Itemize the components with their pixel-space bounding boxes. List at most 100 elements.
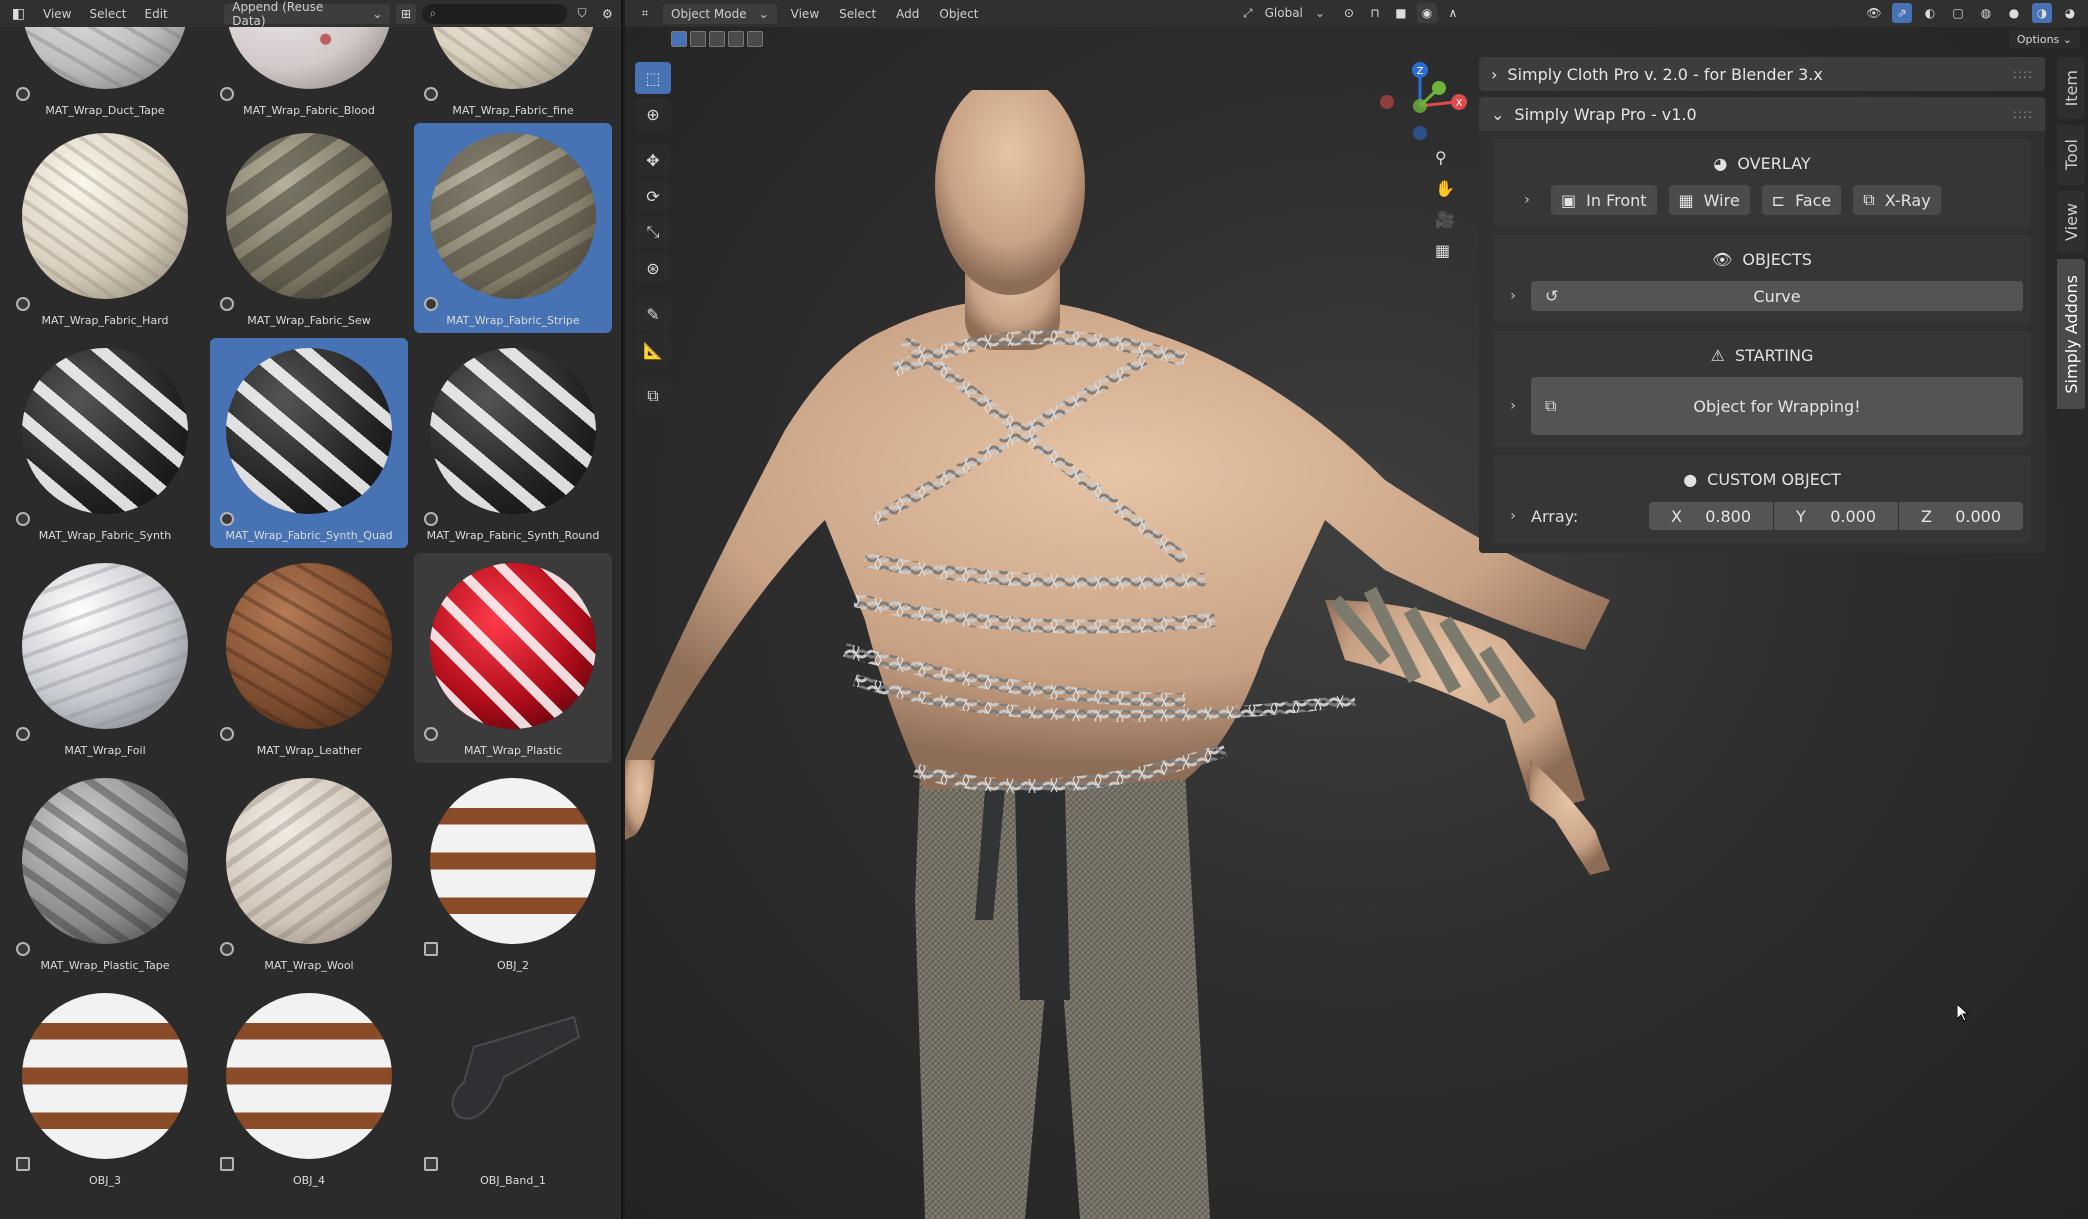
face-button[interactable]: ⊏ Face xyxy=(1761,185,1842,215)
rotate-icon[interactable]: ⟳ xyxy=(635,180,671,212)
menu-add[interactable]: Add xyxy=(890,7,925,21)
measure-icon[interactable]: 📐 xyxy=(635,334,671,366)
menu-edit[interactable]: Edit xyxy=(139,7,174,21)
move-icon[interactable]: ✥ xyxy=(635,144,671,176)
camera-icon[interactable]: 🎥 xyxy=(1435,210,1455,229)
simply-cloth-panel-header[interactable]: › Simply Cloth Pro v. 2.0 - for Blender … xyxy=(1479,57,2045,91)
orientation-dropdown[interactable]: ⤢ Global ⌄ xyxy=(1235,3,1333,23)
asset-preview xyxy=(430,778,596,944)
select-subtract-icon[interactable] xyxy=(709,31,725,47)
in-front-button[interactable]: ▣ In Front xyxy=(1551,185,1657,215)
filter-icon[interactable]: ⛉ xyxy=(573,4,592,24)
menu-view[interactable]: View xyxy=(785,7,825,21)
asset-tile[interactable]: MAT_Wrap_Plastic_Tape xyxy=(6,768,204,978)
transform-icon[interactable]: ⊛ xyxy=(635,252,671,284)
shading-material-icon[interactable]: ◑ xyxy=(2032,3,2052,23)
asset-tile[interactable]: OBJ_Band_1 xyxy=(414,983,612,1193)
overlay-toggle-icon[interactable]: ◐ xyxy=(1920,3,1940,23)
zoom-icon[interactable]: ⚲ xyxy=(1435,148,1455,167)
in-front-icon: ▣ xyxy=(1561,190,1577,210)
asset-tile[interactable]: MAT_Wrap_Wool xyxy=(210,768,408,978)
asset-tile[interactable]: MAT_Wrap_Fabric_Hard xyxy=(6,123,204,333)
wire-button[interactable]: ▦ Wire xyxy=(1668,185,1750,215)
material-type-icon xyxy=(220,942,234,956)
gizmo-neg-y-handle[interactable] xyxy=(1413,99,1427,113)
options-dropdown[interactable]: Options ⌄ xyxy=(2008,30,2080,48)
falloff-icon[interactable]: ∧ xyxy=(1443,3,1463,23)
display-mode-icon[interactable]: ⊞ xyxy=(396,3,416,24)
array-y-field[interactable]: Y 0.000 xyxy=(1774,502,1899,530)
simply-wrap-panel-header[interactable]: ⌄ Simply Wrap Pro - v1.0 :::: xyxy=(1479,97,2045,131)
select-invert-icon[interactable] xyxy=(728,31,744,47)
select-new-icon[interactable] xyxy=(671,31,687,47)
chevron-right-icon[interactable]: › xyxy=(1501,398,1525,414)
gizmo-neg-x-handle[interactable] xyxy=(1380,95,1394,109)
snap-target-icon[interactable]: ■ xyxy=(1391,3,1411,23)
shading-solid-icon[interactable]: ● xyxy=(2004,3,2024,23)
xray-toggle-icon[interactable]: ▢ xyxy=(1948,3,1968,23)
asset-tile[interactable]: MAT_Wrap_Fabric_Stripe xyxy=(414,123,612,333)
gizmo-y-handle[interactable] xyxy=(1432,81,1446,95)
tab-item[interactable]: Item xyxy=(2057,57,2085,119)
pivot-icon[interactable]: ⊙ xyxy=(1339,3,1359,23)
grid-perspective-icon[interactable]: ▦ xyxy=(1435,241,1455,260)
menu-object[interactable]: Object xyxy=(933,7,984,21)
gizmo-toggle-icon[interactable]: ⇗ xyxy=(1892,3,1912,23)
add-cube-icon[interactable]: ⧉ xyxy=(635,380,671,412)
menu-select[interactable]: Select xyxy=(83,7,132,21)
options-label: Options xyxy=(2016,32,2060,46)
asset-tile[interactable]: MAT_Wrap_Foil xyxy=(6,553,204,763)
object-for-wrapping-button[interactable]: ⧉ Object for Wrapping! xyxy=(1531,377,2023,435)
editor-type-icon[interactable]: ⌗ xyxy=(635,4,655,24)
material-type-icon xyxy=(424,727,438,741)
chevron-right-icon[interactable]: › xyxy=(1501,288,1525,304)
curve-label: Curve xyxy=(1753,286,1801,306)
tab-simply-addons[interactable]: Simply Addons xyxy=(2057,259,2085,409)
asset-tile[interactable]: MAT_Wrap_Plastic xyxy=(414,553,612,763)
snap-icon[interactable]: ⊓ xyxy=(1365,3,1385,23)
tab-tool[interactable]: Tool xyxy=(2057,125,2085,185)
select-intersect-icon[interactable] xyxy=(747,31,763,47)
array-y-label: Y xyxy=(1796,506,1806,526)
menu-select[interactable]: Select xyxy=(833,7,882,21)
asset-tile[interactable]: OBJ_4 xyxy=(210,983,408,1193)
navigation-gizmo[interactable]: Z X xyxy=(1375,60,1475,150)
search-input[interactable]: ⌕ xyxy=(421,3,567,24)
curve-button[interactable]: ↺ Curve xyxy=(1531,281,2023,311)
chevron-right-icon[interactable]: › xyxy=(1515,192,1539,208)
visibility-icon[interactable]: 👁 xyxy=(1864,3,1884,23)
chevron-down-icon: ⌄ xyxy=(2059,32,2072,46)
gear-icon[interactable]: ⚙ xyxy=(598,4,617,24)
asset-tile[interactable]: OBJ_3 xyxy=(6,983,204,1193)
xray-label: X-Ray xyxy=(1884,190,1931,210)
array-x-field[interactable]: X 0.800 xyxy=(1649,502,1774,530)
asset-tile[interactable]: MAT_Wrap_Fabric_Sew xyxy=(210,123,408,333)
overlay-icon: ◕ xyxy=(1713,153,1728,173)
array-z-field[interactable]: Z 0.000 xyxy=(1899,502,2023,530)
pan-hand-icon[interactable]: ✋ xyxy=(1435,179,1455,198)
chevron-right-icon[interactable]: › xyxy=(1501,508,1525,524)
drag-handle-icon[interactable]: :::: xyxy=(2013,67,2033,81)
import-method-dropdown[interactable]: Append (Reuse Data) ⌄ xyxy=(224,0,391,28)
menu-view[interactable]: View xyxy=(37,7,77,21)
editor-type-icon[interactable]: ◧ xyxy=(6,4,31,24)
asset-tile[interactable]: MAT_Wrap_Fabric_Synth_Quad xyxy=(210,338,408,548)
gizmo-neg-z-handle[interactable] xyxy=(1413,126,1427,140)
shading-wireframe-icon[interactable]: ◍ xyxy=(1976,3,1996,23)
select-box-icon[interactable]: ⬚ xyxy=(635,62,671,94)
asset-label: MAT_Wrap_Duct_Tape xyxy=(45,104,165,117)
xray-button[interactable]: ⧉ X-Ray xyxy=(1853,185,1941,215)
scale-icon[interactable]: ⤡ xyxy=(635,216,671,248)
asset-tile[interactable]: MAT_Wrap_Leather xyxy=(210,553,408,763)
asset-tile[interactable]: OBJ_2 xyxy=(414,768,612,978)
select-extend-icon[interactable] xyxy=(690,31,706,47)
asset-tile[interactable]: MAT_Wrap_Fabric_Synth xyxy=(6,338,204,548)
proportional-edit-icon[interactable]: ◉ xyxy=(1416,3,1437,23)
drag-handle-icon[interactable]: :::: xyxy=(2013,107,2033,121)
asset-tile[interactable]: MAT_Wrap_Fabric_Synth_Round xyxy=(414,338,612,548)
shading-rendered-icon[interactable]: ◕ xyxy=(2060,3,2080,23)
tab-view[interactable]: View xyxy=(2057,191,2085,253)
mode-dropdown[interactable]: Object Mode ⌄ xyxy=(663,3,777,24)
annotate-icon[interactable]: ✎ xyxy=(635,298,671,330)
cursor-icon[interactable]: ⊕ xyxy=(635,98,671,130)
